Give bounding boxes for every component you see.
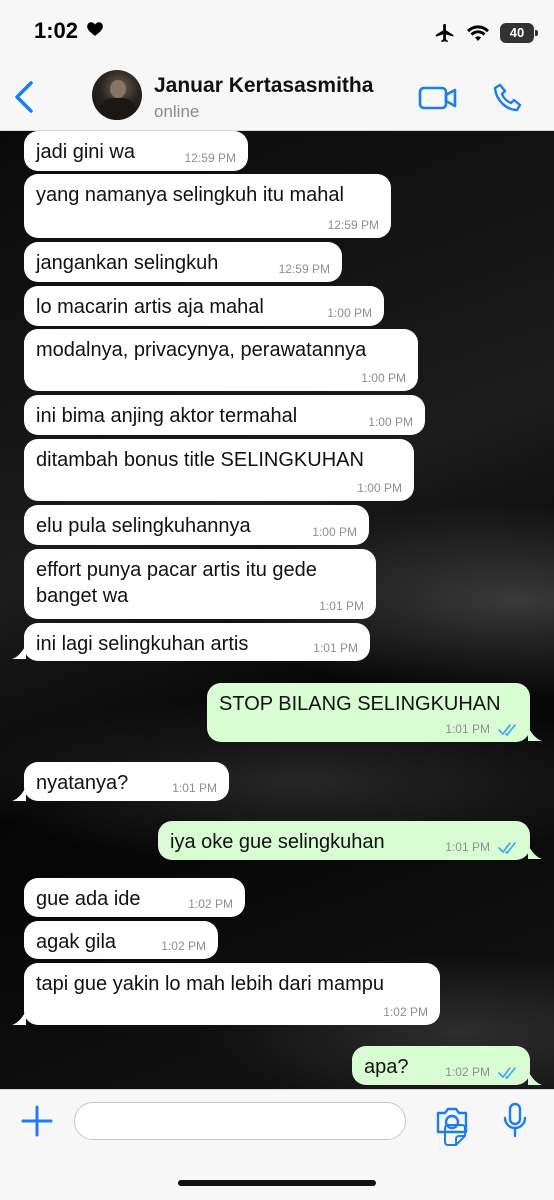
message-text: tapi gue yakin lo mah lebih dari mampu <box>36 973 384 995</box>
status-bar: 1:02 40 <box>0 0 554 64</box>
message-text: STOP BILANG SELINGKUHAN <box>219 693 501 715</box>
incoming-message[interactable]: ditambah bonus title SELINGKUHAN 1:00 PM <box>24 439 414 501</box>
phone-call-icon[interactable] <box>492 82 524 114</box>
message-time: 1:00 PM <box>361 371 406 385</box>
back-chevron-icon[interactable] <box>12 80 38 114</box>
message-text: ditambah bonus title SELINGKUHAN <box>36 449 364 471</box>
chat-header: Januar Kertasasmitha online <box>0 64 554 131</box>
message-time: 1:02 PM <box>161 939 206 953</box>
incoming-message[interactable]: jadi gini wa 12:59 PM <box>24 131 248 171</box>
status-time: 1:02 <box>34 18 79 43</box>
microphone-icon[interactable] <box>502 1102 528 1138</box>
message-time: 1:00 PM <box>357 481 402 495</box>
battery-indicator: 40 <box>500 23 538 43</box>
contact-name[interactable]: Januar Kertasasmitha <box>154 74 373 98</box>
message-time: 1:01 PM <box>319 599 364 613</box>
read-receipt-icon <box>498 1067 516 1080</box>
message-time: 1:01 PM <box>445 840 490 854</box>
incoming-message[interactable]: modalnya, privacynya, perawatannya 1:00 … <box>24 329 418 391</box>
message-time: 1:02 PM <box>445 1065 490 1079</box>
incoming-message[interactable]: jangankan selingkuh 12:59 PM <box>24 242 342 282</box>
message-text: jangankan selingkuh <box>36 252 219 274</box>
read-receipt-icon <box>498 842 516 855</box>
incoming-message[interactable]: effort punya pacar artis itu gede banget… <box>24 549 376 619</box>
message-text: agak gila <box>36 931 117 953</box>
outgoing-message[interactable]: STOP BILANG SELINGKUHAN 1:01 PM <box>207 683 530 742</box>
message-time: 12:59 PM <box>327 218 379 232</box>
incoming-message[interactable]: elu pula selingkuhannya 1:00 PM <box>24 505 369 545</box>
incoming-message[interactable]: yang namanya selingkuh itu mahal 12:59 P… <box>24 174 391 238</box>
message-input[interactable] <box>74 1102 466 1146</box>
message-time: 1:00 PM <box>312 525 357 539</box>
heart-icon <box>87 22 103 36</box>
chat-area[interactable]: jadi gini wa 12:59 PM yang namanya selin… <box>0 131 554 1089</box>
outgoing-message[interactable]: iya oke gue selingkuhan 1:01 PM <box>158 821 530 860</box>
message-time: 1:00 PM <box>368 415 413 429</box>
message-text: modalnya, privacynya, perawatannya <box>36 339 367 361</box>
incoming-message[interactable]: lo macarin artis aja mahal 1:00 PM <box>24 286 384 326</box>
airplane-mode-icon <box>435 23 454 43</box>
message-time: 12:59 PM <box>278 262 330 276</box>
incoming-message[interactable]: ini bima anjing aktor termahal 1:00 PM <box>24 395 425 435</box>
read-receipt-icon <box>498 724 516 737</box>
message-text: yang namanya selingkuh itu mahal <box>36 184 344 206</box>
message-time: 1:01 PM <box>445 722 490 736</box>
incoming-message[interactable]: gue ada ide 1:02 PM <box>24 878 245 917</box>
incoming-message[interactable]: agak gila 1:02 PM <box>24 921 218 959</box>
message-time: 1:00 PM <box>327 306 372 320</box>
message-time: 12:59 PM <box>184 151 236 165</box>
message-text: lo macarin artis aja mahal <box>36 296 264 318</box>
message-text: elu pula selingkuhannya <box>36 515 251 537</box>
message-text: iya oke gue selingkuhan <box>170 831 385 853</box>
message-text: effort punya pacar artis itu gede banget… <box>36 559 317 607</box>
message-time: 1:02 PM <box>188 897 233 911</box>
message-time: 1:01 PM <box>313 641 358 655</box>
camera-icon[interactable] <box>434 1104 470 1136</box>
plus-icon[interactable] <box>20 1104 54 1138</box>
contact-presence: online <box>154 102 200 121</box>
message-time: 1:01 PM <box>172 781 217 795</box>
outgoing-message[interactable]: apa? 1:02 PM <box>352 1046 530 1085</box>
message-text: jadi gini wa <box>36 141 135 163</box>
wifi-icon <box>467 25 489 41</box>
video-call-icon[interactable] <box>418 84 458 112</box>
message-text: gue ada ide <box>36 888 141 910</box>
incoming-message[interactable]: tapi gue yakin lo mah lebih dari mampu 1… <box>24 963 440 1025</box>
bubble-tail <box>528 727 542 741</box>
message-text: ini bima anjing aktor termahal <box>36 405 298 427</box>
message-text: ini lagi selingkuhan artis <box>36 633 249 655</box>
incoming-message[interactable]: ini lagi selingkuhan artis 1:01 PM <box>24 623 370 661</box>
bubble-tail <box>528 1071 542 1085</box>
message-time: 1:02 PM <box>383 1005 428 1019</box>
home-indicator <box>178 1180 376 1186</box>
contact-avatar[interactable] <box>92 70 142 120</box>
composer-bar <box>0 1089 554 1200</box>
message-text: apa? <box>364 1056 409 1078</box>
bubble-tail <box>528 845 542 859</box>
incoming-message[interactable]: nyatanya? 1:01 PM <box>24 762 229 801</box>
message-text: nyatanya? <box>36 772 129 794</box>
